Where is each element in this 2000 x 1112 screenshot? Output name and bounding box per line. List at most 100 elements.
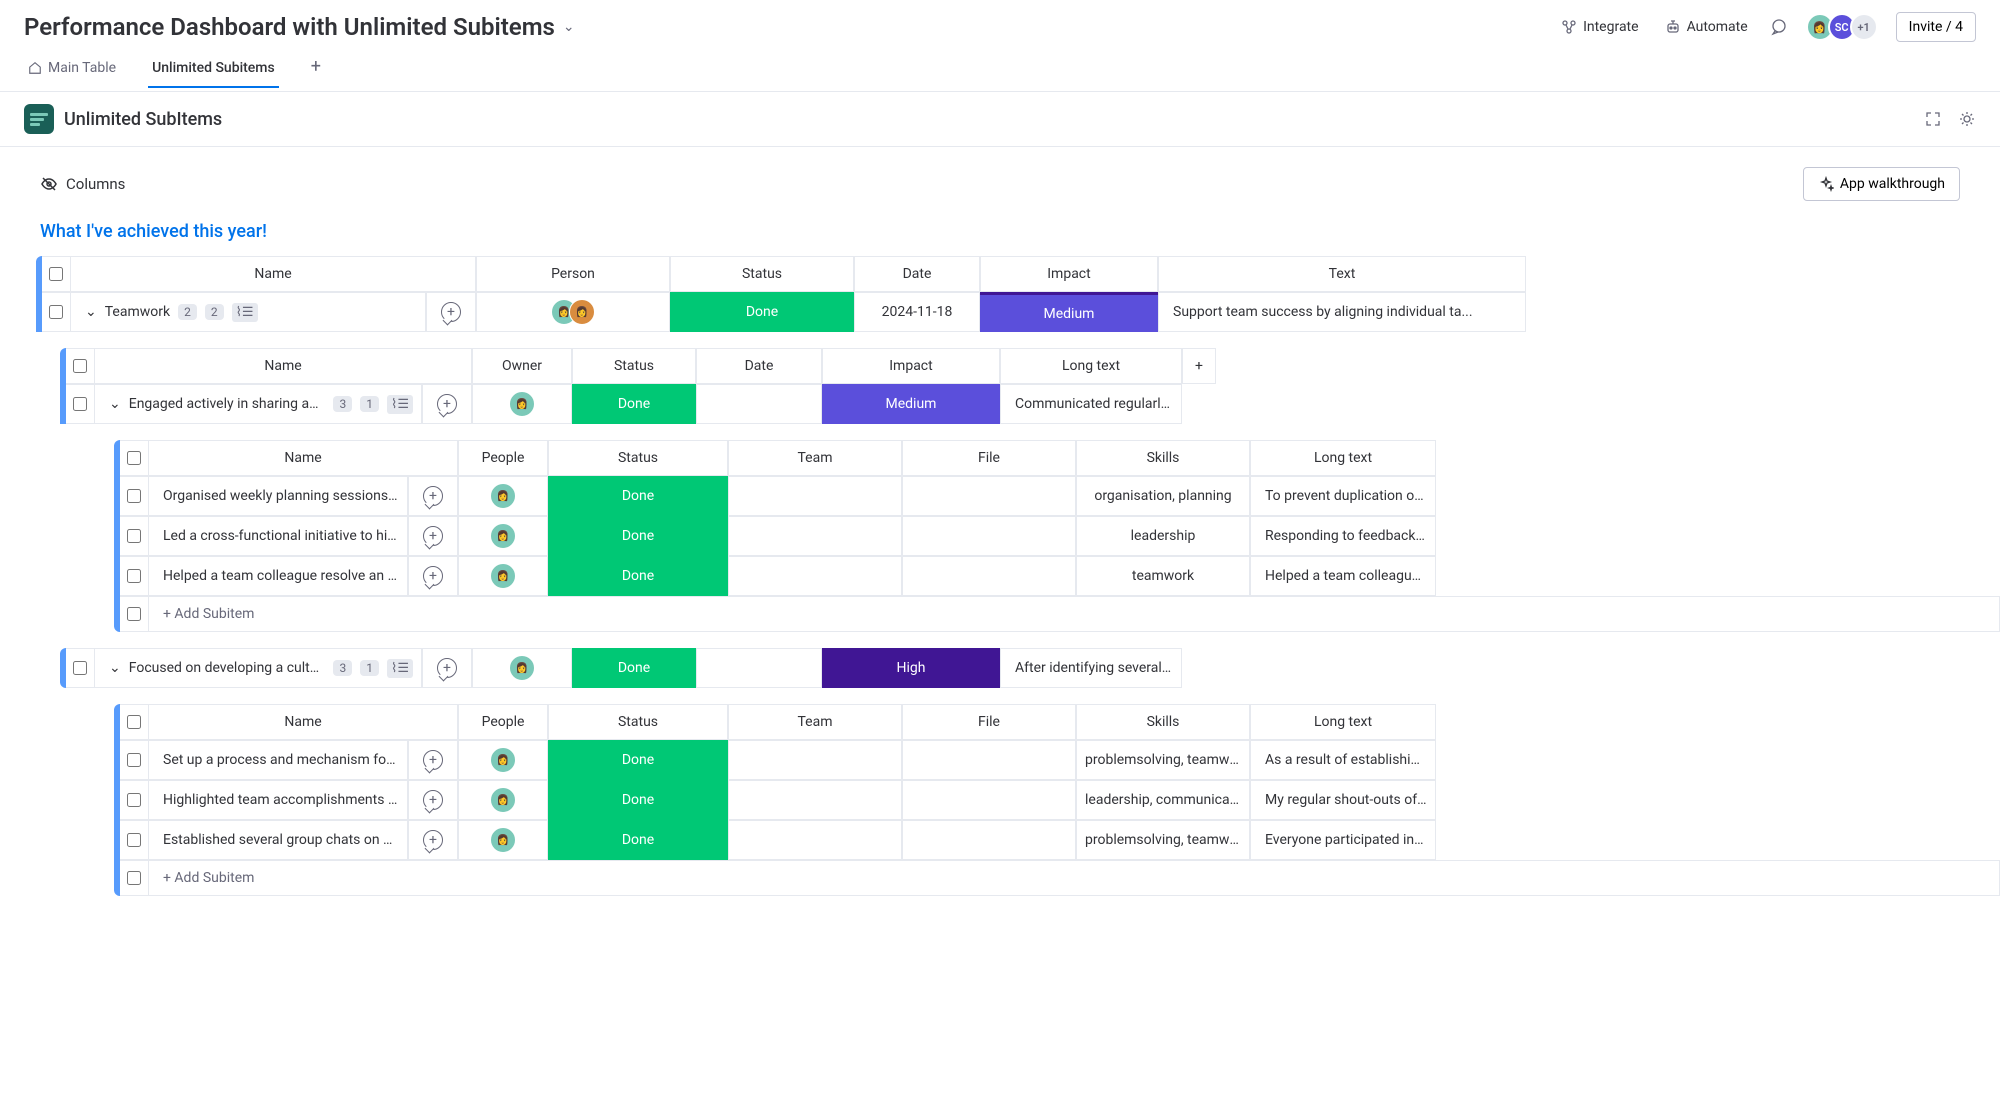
status-cell[interactable]: Done [548, 516, 728, 556]
long-cell[interactable]: Helped a team colleague tro... [1250, 556, 1436, 596]
tab-unlimited-subitems[interactable]: Unlimited Subitems [148, 60, 279, 88]
column-header-name[interactable]: Name [94, 348, 472, 384]
item-name[interactable]: Set up a process and mechanism for regul… [163, 752, 399, 768]
column-header-long[interactable]: Long text [1250, 704, 1436, 740]
chevron-down-icon[interactable]: ⌄ [563, 19, 575, 35]
people-cell[interactable]: 👩 [458, 556, 548, 596]
status-cell[interactable]: Done [548, 476, 728, 516]
row-checkbox[interactable] [73, 661, 87, 675]
conversation-cell[interactable] [408, 740, 458, 780]
member-avatars[interactable]: 👩 SC +1 [1806, 13, 1878, 41]
long-cell[interactable]: As a result of establishing re... [1250, 740, 1436, 780]
tab-main-table[interactable]: Main Table [24, 60, 120, 88]
people-cell[interactable]: 👩 [458, 820, 548, 860]
owner-cell[interactable]: 👩 [472, 648, 572, 688]
column-header-team[interactable]: Team [728, 704, 902, 740]
gear-icon[interactable] [1958, 110, 1976, 128]
file-cell[interactable] [902, 556, 1076, 596]
file-cell[interactable] [902, 780, 1076, 820]
column-header-name[interactable]: Name [70, 256, 476, 292]
long-cell[interactable]: After identifying several com... [1000, 648, 1182, 688]
team-cell[interactable] [728, 820, 902, 860]
table-row[interactable]: Helped a team colleague resolve an issue… [120, 556, 2000, 596]
column-header-long[interactable]: Long text [1000, 348, 1182, 384]
long-cell[interactable]: Responding to feedback fro... [1250, 516, 1436, 556]
skills-cell[interactable]: problemsolving, teamwork [1076, 820, 1250, 860]
row-checkbox[interactable] [127, 569, 141, 583]
conversation-cell[interactable] [408, 516, 458, 556]
status-cell[interactable]: Done [548, 556, 728, 596]
chevron-down-icon[interactable]: ⌄ [109, 660, 121, 676]
conversation-cell[interactable] [408, 476, 458, 516]
column-header-status[interactable]: Status [670, 256, 854, 292]
impact-cell[interactable]: Medium [980, 292, 1158, 332]
row-checkbox[interactable] [127, 529, 141, 543]
skills-cell[interactable]: leadership, communications, ... [1076, 780, 1250, 820]
item-name[interactable]: Highlighted team accomplishments with m.… [163, 792, 399, 808]
table-row[interactable]: Set up a process and mechanism for regul… [120, 740, 2000, 780]
conversation-icon[interactable] [1770, 18, 1788, 36]
fullscreen-icon[interactable] [1924, 110, 1942, 128]
subitem-icon[interactable]: ⌇☰ [232, 303, 258, 322]
column-header-people[interactable]: People [458, 704, 548, 740]
column-header-name[interactable]: Name [148, 440, 458, 476]
item-name[interactable]: Focused on developing a culture of open … [129, 660, 326, 676]
table-row[interactable]: Organised weekly planning sessions where… [120, 476, 2000, 516]
item-name[interactable]: Established several group chats on Slack… [163, 832, 399, 848]
add-subitem-row[interactable]: + Add Subitem [120, 860, 2000, 896]
row-checkbox[interactable] [127, 753, 141, 767]
add-column-button[interactable]: + [1182, 348, 1216, 384]
automate-button[interactable]: Automate [1661, 15, 1752, 39]
person-cell[interactable]: 👩 👩 [476, 292, 670, 332]
skills-cell[interactable]: organisation, planning [1076, 476, 1250, 516]
file-cell[interactable] [902, 820, 1076, 860]
impact-cell[interactable]: High [822, 648, 1000, 688]
column-header-status[interactable]: Status [572, 348, 696, 384]
item-name[interactable]: Organised weekly planning sessions where… [163, 488, 399, 504]
conversation-cell[interactable] [422, 384, 472, 424]
date-cell[interactable] [696, 384, 822, 424]
row-checkbox[interactable] [49, 305, 63, 319]
table-row[interactable]: Led a cross-functional initiative to hig… [120, 516, 2000, 556]
status-cell[interactable]: Done [548, 740, 728, 780]
long-cell[interactable]: To prevent duplication of wo... [1250, 476, 1436, 516]
add-subitem-row[interactable]: + Add Subitem [120, 596, 2000, 632]
skills-cell[interactable]: problemsolving, teamwork, p... [1076, 740, 1250, 780]
file-cell[interactable] [902, 740, 1076, 780]
column-header-status[interactable]: Status [548, 704, 728, 740]
table-row[interactable]: ⌄ Teamwork 2 2 ⌇☰ 👩 👩 Done 2024-11-18 [42, 292, 2000, 332]
subitem-icon[interactable]: ⌇☰ [387, 395, 413, 414]
people-cell[interactable]: 👩 [458, 516, 548, 556]
item-name[interactable]: Teamwork [105, 304, 170, 320]
item-name[interactable]: Led a cross-functional initiative to hig… [163, 528, 399, 544]
conversation-cell[interactable] [408, 780, 458, 820]
board-title[interactable]: Performance Dashboard with Unlimited Sub… [24, 13, 555, 41]
conversation-cell[interactable] [408, 820, 458, 860]
conversation-cell[interactable] [422, 648, 472, 688]
item-name[interactable]: Engaged actively in sharing and aligning… [129, 396, 326, 412]
select-all-checkbox[interactable] [127, 715, 141, 729]
column-header-impact[interactable]: Impact [822, 348, 1000, 384]
row-checkbox[interactable] [73, 397, 87, 411]
select-all-checkbox[interactable] [73, 359, 87, 373]
column-header-skills[interactable]: Skills [1076, 704, 1250, 740]
column-header-text[interactable]: Text [1158, 256, 1526, 292]
date-cell[interactable]: 2024-11-18 [854, 292, 980, 332]
group-title[interactable]: What I've achieved this year! [0, 221, 2000, 256]
owner-cell[interactable]: 👩 [472, 384, 572, 424]
column-header-date[interactable]: Date [696, 348, 822, 384]
subitem-icon[interactable]: ⌇☰ [387, 659, 413, 678]
team-cell[interactable] [728, 556, 902, 596]
status-cell[interactable]: Done [548, 780, 728, 820]
column-header-file[interactable]: File [902, 440, 1076, 476]
select-all-checkbox[interactable] [127, 451, 141, 465]
add-view-button[interactable]: + [307, 56, 325, 91]
team-cell[interactable] [728, 476, 902, 516]
team-cell[interactable] [728, 740, 902, 780]
status-cell[interactable]: Done [548, 820, 728, 860]
column-header-owner[interactable]: Owner [472, 348, 572, 384]
column-header-status[interactable]: Status [548, 440, 728, 476]
columns-button[interactable]: Columns [40, 175, 125, 193]
people-cell[interactable]: 👩 [458, 476, 548, 516]
integrate-button[interactable]: Integrate [1557, 15, 1643, 39]
